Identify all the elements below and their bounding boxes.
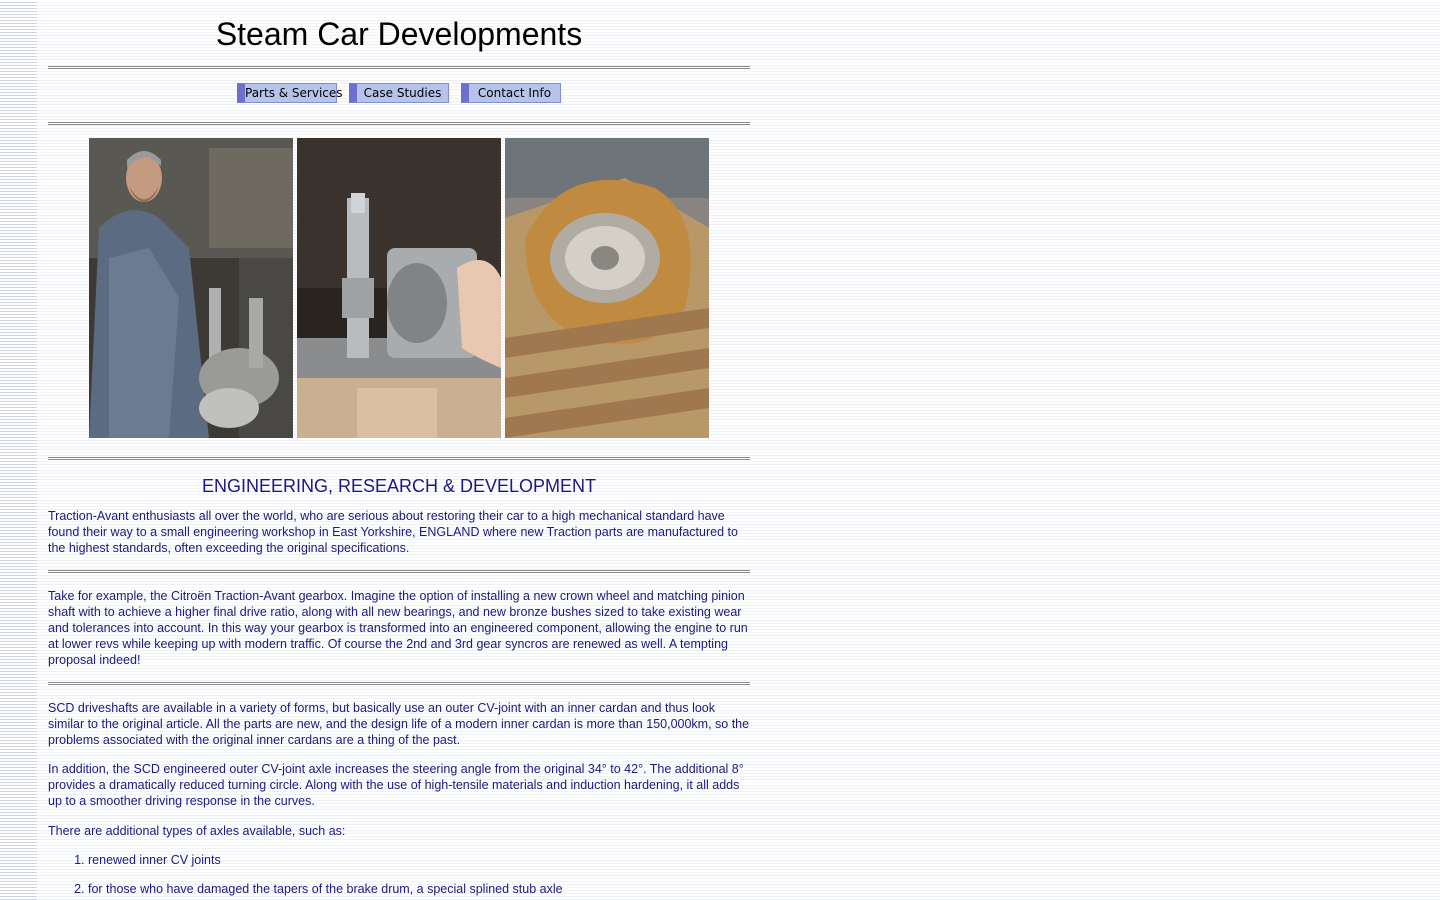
nav-contact-info-button[interactable]: Contact Info (461, 83, 561, 103)
crown-wheel-box-photo (505, 138, 709, 438)
section-heading: ENGINEERING, RESEARCH & DEVELOPMENT (201, 476, 597, 496)
divider (48, 457, 750, 459)
divider (48, 122, 750, 124)
divider (48, 66, 750, 68)
gear-shaft-photo (297, 138, 501, 438)
divider (48, 682, 750, 684)
nav-case-studies-button[interactable]: Case Studies (349, 83, 449, 103)
steering-angle-paragraph: In addition, the SCD engineered outer CV… (48, 762, 744, 808)
list-item: for those who have damaged the tapers of… (88, 881, 750, 897)
gearbox-paragraph: Take for example, the Citroën Traction-A… (48, 589, 748, 667)
photo-gallery (48, 138, 750, 438)
nav-bar: Parts & Services Case Studies Contact In… (48, 83, 750, 103)
page-content: Steam Car Developments Parts & Services … (48, 0, 750, 900)
nav-parts-services-button[interactable]: Parts & Services (237, 83, 343, 103)
divider (48, 570, 750, 572)
axle-types-list: renewed inner CV joints for those who ha… (48, 852, 750, 897)
intro-paragraph: Traction-Avant enthusiasts all over the … (48, 509, 738, 555)
left-decorative-strip (0, 0, 37, 900)
axle-types-paragraph: There are additional types of axles avai… (48, 824, 346, 838)
mechanic-photo (89, 138, 293, 438)
list-item: renewed inner CV joints (88, 852, 750, 868)
driveshaft-paragraph: SCD driveshafts are available in a varie… (48, 701, 750, 747)
site-title: Steam Car Developments (215, 16, 583, 52)
